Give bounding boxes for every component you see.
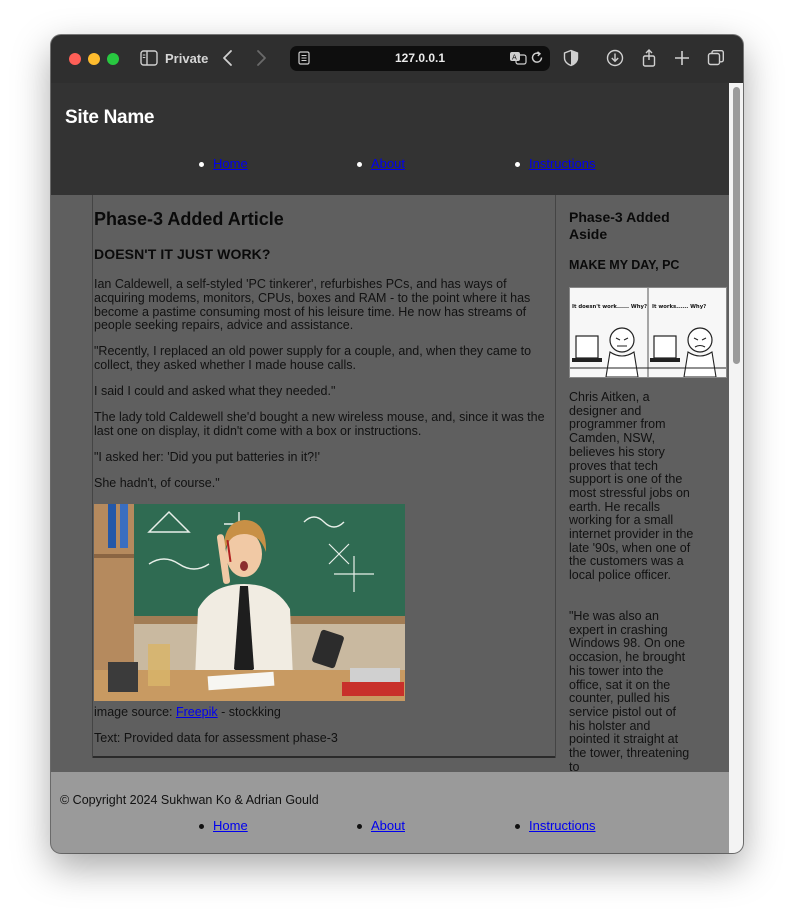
vertical-scrollbar[interactable]	[729, 83, 743, 853]
close-window-button[interactable]	[69, 53, 81, 65]
privacy-shield-icon[interactable]	[562, 49, 580, 67]
svg-text:A: A	[512, 54, 517, 62]
site-footer: © Copyright 2024 Sukhwan Ko & Adrian Gou…	[51, 772, 729, 853]
footer-nav: Home About Instructions	[51, 818, 729, 838]
footer-link-about[interactable]: About	[371, 818, 405, 833]
footer-link-instructions[interactable]: Instructions	[529, 818, 595, 833]
aside-paragraph: "He was also an expert in crashing Windo…	[569, 609, 690, 774]
freepik-link[interactable]: Freepik	[176, 705, 218, 719]
comic-image: It doesn't work...... Why? It works.....…	[569, 287, 727, 378]
zoom-window-button[interactable]	[107, 53, 119, 65]
nav-item-instructions: Instructions	[515, 156, 595, 171]
aside-subtitle: MAKE MY DAY, PC	[569, 258, 680, 272]
nav-item-about: About	[357, 156, 405, 171]
comic-left-caption: It doesn't work...... Why?	[572, 304, 647, 310]
nav-item-home: Home	[199, 156, 248, 171]
footer-nav-item-about: About	[357, 818, 405, 833]
article-paragraph: I said I could and asked what they neede…	[94, 384, 336, 398]
nav-link-about[interactable]: About	[371, 156, 405, 171]
browser-window: Private 127.0.0.1 A Site Name Home About…	[51, 35, 743, 853]
site-name: Site Name	[65, 107, 155, 128]
copyright-text: © Copyright 2024 Sukhwan Ko & Adrian Gou…	[60, 793, 319, 807]
image-source-prefix: image source:	[94, 705, 176, 719]
text-credit: Text: Provided data for assessment phase…	[94, 731, 338, 745]
main-nav: Home About Instructions	[51, 156, 729, 176]
article-paragraph: She hadn't, of course."	[94, 476, 220, 490]
article-divider	[93, 756, 555, 758]
aside: Phase-3 Added Aside MAKE MY DAY, PC It d…	[569, 195, 729, 774]
scrollbar-thumb[interactable]	[733, 87, 740, 364]
download-icon[interactable]	[606, 49, 624, 67]
article: Phase-3 Added Article DOESN'T IT JUST WO…	[92, 195, 556, 758]
share-icon[interactable]	[640, 49, 658, 67]
article-paragraph: "Recently, I replaced an old power suppl…	[94, 344, 532, 372]
browser-toolbar: Private 127.0.0.1 A	[51, 35, 743, 84]
page-viewport[interactable]: Site Name Home About Instructions Phase-…	[51, 83, 729, 853]
image-source: image source: Freepik - stockking	[94, 705, 281, 719]
site-header: Site Name Home About Instructions	[51, 83, 729, 195]
private-label: Private	[165, 51, 209, 66]
back-arrow-icon[interactable]	[221, 49, 235, 67]
article-paragraph: "I asked her: 'Did you put batteries in …	[94, 450, 320, 464]
article-title: Phase-3 Added Article	[94, 209, 284, 229]
translate-icon[interactable]: A	[509, 51, 527, 65]
tab-overview-icon[interactable]	[707, 49, 725, 67]
footer-nav-item-instructions: Instructions	[515, 818, 595, 833]
nav-link-home[interactable]: Home	[213, 156, 248, 171]
minimize-window-button[interactable]	[88, 53, 100, 65]
article-paragraph: Ian Caldewell, a self-styled 'PC tinkere…	[94, 277, 531, 333]
footer-link-home[interactable]: Home	[213, 818, 248, 833]
aside-title: Phase-3 Added Aside	[569, 209, 670, 242]
comic-right-caption: It works...... Why?	[652, 304, 706, 310]
new-tab-icon[interactable]	[673, 49, 691, 67]
forward-arrow-icon[interactable]	[254, 49, 268, 67]
nav-link-instructions[interactable]: Instructions	[529, 156, 595, 171]
aside-paragraph: Chris Aitken, a designer and programmer …	[569, 390, 694, 583]
teacher-photo	[94, 504, 405, 701]
footer-nav-item-home: Home	[199, 818, 248, 833]
image-source-suffix: - stockking	[217, 705, 281, 719]
reload-icon[interactable]	[531, 51, 544, 65]
article-paragraph: The lady told Caldewell she'd bought a n…	[94, 410, 545, 438]
sidebar-icon[interactable]	[140, 50, 158, 66]
article-subtitle: DOESN'T IT JUST WORK?	[94, 246, 271, 262]
address-bar[interactable]: 127.0.0.1 A	[290, 46, 550, 71]
